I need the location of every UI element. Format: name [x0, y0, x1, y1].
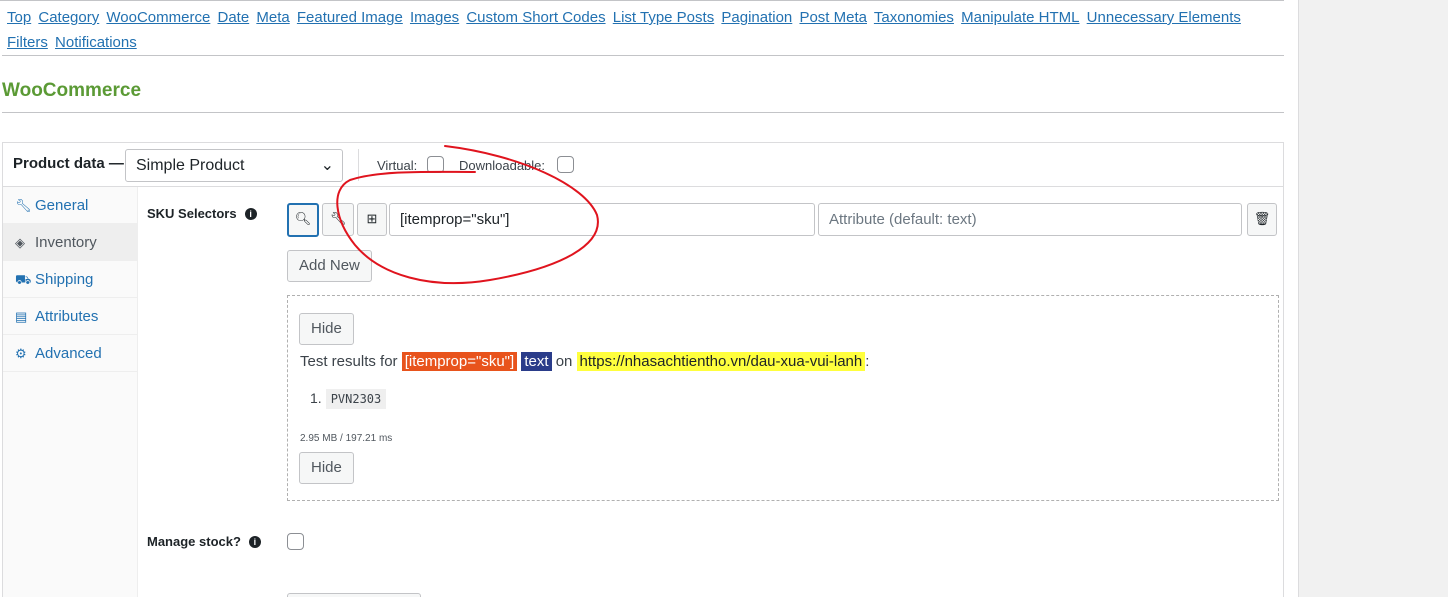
nav-link-woocommerce[interactable]: WooCommerce — [106, 9, 210, 26]
header-divider — [358, 149, 359, 181]
sku-selectors-label: SKU Selectors i — [147, 206, 257, 221]
manage-stock-label: Manage stock? i — [147, 534, 261, 549]
result-list: 1. PVN2303 — [310, 389, 387, 409]
tab-label: Shipping — [35, 271, 94, 288]
test-selector-button[interactable]: 🔍︎ — [287, 203, 319, 237]
sku-attribute-input[interactable]: Attribute (default: text) — [818, 203, 1242, 236]
product-data-tabs: 🔧︎ General ◈ Inventory ⛟ Shipping ▤ Attribut… — [3, 187, 138, 597]
nav-link-custom-short-codes[interactable]: Custom Short Codes — [466, 9, 605, 26]
partial-button[interactable] — [287, 593, 421, 597]
selector-badge: [itemprop="sku"] — [401, 352, 518, 371]
test-results-panel: Hide Test results for [itemprop="sku"] t… — [287, 295, 1279, 501]
hide-button-bottom[interactable]: Hide — [299, 452, 354, 484]
search-icon: 🔍︎ — [294, 211, 312, 226]
list-icon: ▤ — [15, 309, 28, 324]
nav-link-taxonomies[interactable]: Taxonomies — [874, 9, 954, 26]
product-type-select[interactable]: Simple Product ⌄ — [125, 149, 343, 182]
tab-label: General — [35, 197, 89, 214]
delete-selector-button[interactable]: 🗑︎ — [1247, 203, 1277, 236]
section-nav: Top Category WooCommerce Date Meta Featu… — [7, 5, 1267, 55]
tab-general[interactable]: 🔧︎ General — [3, 187, 138, 224]
truck-icon: ⛟ — [15, 272, 32, 287]
plus-box-icon: ⊞ — [366, 211, 378, 226]
nav-link-manipulate-html[interactable]: Manipulate HTML — [961, 9, 1079, 26]
virtual-label: Virtual: — [377, 158, 418, 173]
test-on: on — [555, 353, 573, 370]
gear-icon: ⚙ — [15, 346, 27, 361]
tab-label: Inventory — [35, 234, 97, 251]
nav-link-notifications[interactable]: Notifications — [55, 34, 137, 51]
nav-link-featured-image[interactable]: Featured Image — [297, 9, 403, 26]
test-prefix: Test results for — [300, 353, 398, 370]
tab-label: Advanced — [35, 345, 102, 362]
product-data-header: Product data — Simple Product ⌄ Virtual:… — [3, 143, 1283, 187]
nav-link-images[interactable]: Images — [410, 9, 459, 26]
sku-selector-input[interactable]: [itemprop="sku"] — [389, 203, 815, 236]
nav-link-post-meta[interactable]: Post Meta — [799, 9, 867, 26]
tab-advanced[interactable]: ⚙ Advanced — [3, 335, 138, 372]
nav-link-category[interactable]: Category — [38, 9, 99, 26]
tab-inventory[interactable]: ◈ Inventory — [3, 224, 138, 261]
options-button[interactable]: ⊞ — [357, 203, 387, 236]
result-value: PVN2303 — [325, 389, 387, 409]
sku-selectors-text: SKU Selectors — [147, 206, 237, 221]
title-divider — [2, 112, 1284, 113]
result-number: 1. — [310, 390, 322, 406]
nav-divider — [2, 55, 1284, 56]
nav-link-unnecessary-elements[interactable]: Unnecessary Elements — [1087, 9, 1241, 26]
top-divider — [0, 0, 1284, 1]
tab-shipping[interactable]: ⛟ Shipping — [3, 261, 138, 298]
downloadable-label: Downloadable: — [459, 158, 546, 173]
product-data-metabox: Product data — Simple Product ⌄ Virtual:… — [2, 142, 1284, 597]
nav-link-date[interactable]: Date — [218, 9, 250, 26]
nav-link-list-type-posts[interactable]: List Type Posts — [613, 9, 714, 26]
tab-label: Attributes — [35, 308, 99, 325]
visual-picker-button[interactable]: 🔧︎ — [322, 203, 354, 236]
test-colon: : — [865, 353, 870, 370]
test-results-line: Test results for [itemprop="sku"] text o… — [300, 352, 870, 371]
hide-button-top[interactable]: Hide — [299, 313, 354, 345]
product-data-label: Product data — — [13, 155, 124, 172]
test-url[interactable]: https://nhasachtientho.vn/dau-xua-vui-la… — [576, 352, 866, 371]
chevron-down-icon: ⌄ — [320, 157, 334, 174]
add-new-button[interactable]: Add New — [287, 250, 372, 282]
manage-stock-checkbox[interactable] — [287, 533, 304, 550]
nav-link-meta[interactable]: Meta — [256, 9, 289, 26]
manage-stock-text: Manage stock? — [147, 534, 241, 549]
attr-badge: text — [521, 352, 552, 371]
tag-icon: ◈ — [15, 235, 25, 250]
test-stats: 2.95 MB / 197.21 ms — [300, 433, 393, 444]
main-content: Top Category WooCommerce Date Meta Featu… — [0, 0, 1298, 597]
virtual-checkbox[interactable] — [427, 156, 444, 173]
downloadable-checkbox[interactable] — [557, 156, 574, 173]
nav-link-pagination[interactable]: Pagination — [721, 9, 792, 26]
tab-attributes[interactable]: ▤ Attributes — [3, 298, 138, 335]
nav-link-top[interactable]: Top — [7, 9, 31, 26]
product-type-value: Simple Product — [136, 157, 245, 174]
trash-icon: 🗑︎ — [1253, 211, 1271, 226]
section-title: WooCommerce — [2, 80, 142, 101]
info-icon[interactable]: i — [244, 208, 257, 220]
wrench-icon: 🔧︎ — [329, 211, 347, 226]
right-sidebar-gutter — [1298, 0, 1448, 597]
nav-link-filters[interactable]: Filters — [7, 34, 48, 51]
info-icon[interactable]: i — [248, 536, 261, 548]
wrench-icon: 🔧︎ — [15, 198, 32, 213]
